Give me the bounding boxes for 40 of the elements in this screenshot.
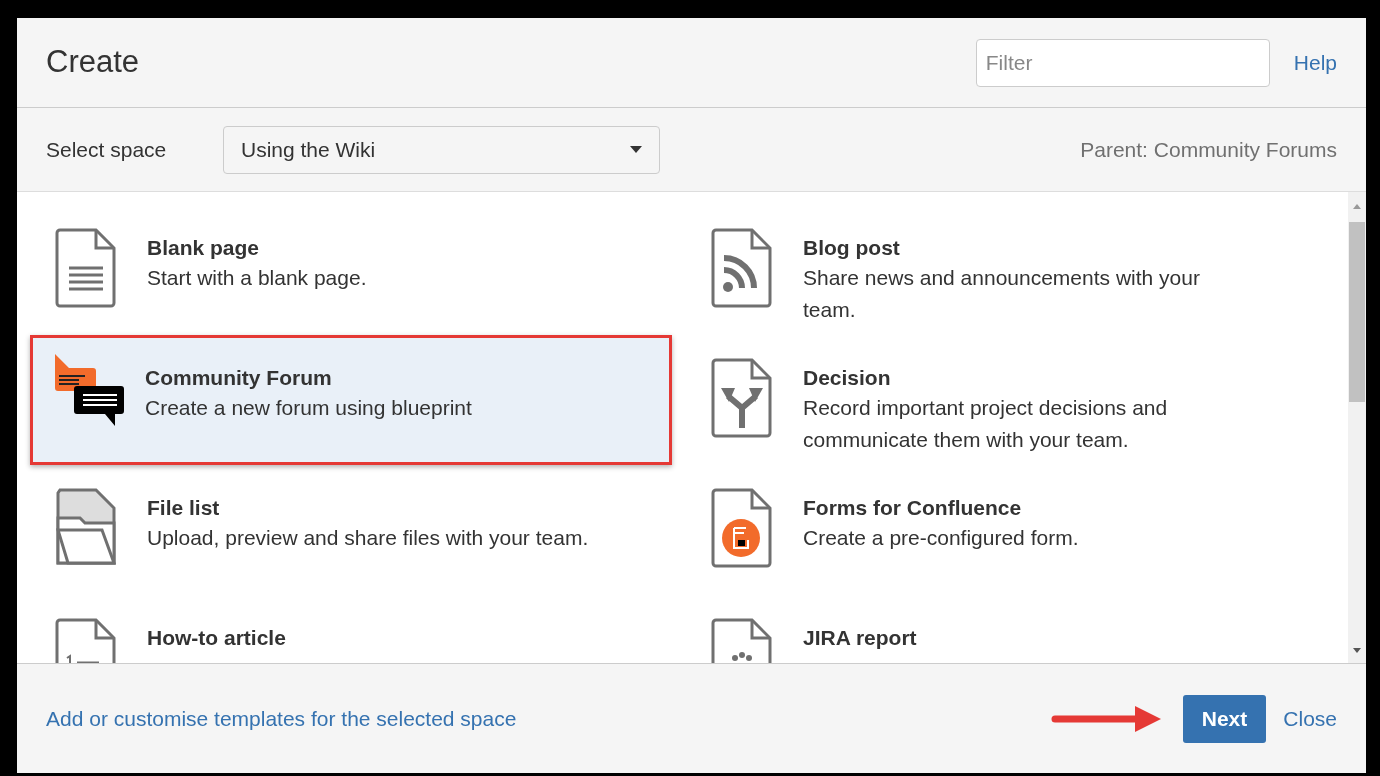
- template-description: Share news and announcements with your team.: [803, 265, 1201, 323]
- filter-field[interactable]: Filter: [975, 38, 1270, 87]
- template-description: Record important project decisions and communicate them with your team.: [803, 395, 1169, 453]
- template-item[interactable]: JIRA report: [686, 595, 1328, 663]
- template-title: Community Forum: [145, 365, 333, 391]
- dialog-title: Create: [46, 43, 141, 82]
- customise-templates-link[interactable]: Add or customise templates for the selected space: [46, 702, 1051, 735]
- template-item[interactable]: Forms for Confluence Create a pre-configured form.: [686, 465, 1328, 595]
- close-link[interactable]: Close: [1283, 702, 1337, 735]
- select-space-label: Select space: [46, 136, 168, 163]
- scroll-up-icon[interactable]: [1353, 204, 1361, 209]
- template-title: File list: [147, 495, 221, 521]
- template-item[interactable]: Decision Record important project decisions and communicate them with your team.: [686, 335, 1328, 465]
- fork-arrow-icon: [711, 358, 773, 438]
- help-link[interactable]: Help: [1293, 46, 1337, 79]
- rss-icon: [711, 228, 773, 308]
- template-description: Start with a blank page.: [147, 265, 367, 291]
- template-item[interactable]: Community Forum Create a new forum using blueprint: [30, 335, 672, 465]
- template-item[interactable]: How-to article: [30, 595, 672, 663]
- template-item[interactable]: Blog post Share news and announcements with your team.: [686, 205, 1328, 335]
- template-title: Decision: [803, 365, 892, 391]
- form-icon: [711, 488, 773, 568]
- template-description: Upload, preview and share files with your team.: [147, 525, 589, 551]
- page-icon: [55, 228, 117, 308]
- next-button[interactable]: Next: [1182, 694, 1267, 743]
- template-title: Blog post: [803, 235, 901, 261]
- template-title: JIRA report: [803, 625, 917, 651]
- space-dropdown[interactable]: Using the Wiki: [223, 125, 660, 174]
- template-title: How-to article: [147, 625, 286, 651]
- folder-icon: [55, 488, 117, 568]
- template-title: Forms for Confluence: [803, 495, 1023, 521]
- scroll-down-icon[interactable]: [1353, 648, 1361, 653]
- template-description: Create a new forum using blueprint: [145, 395, 472, 421]
- scrollbar[interactable]: [1348, 192, 1366, 663]
- parent-label: Parent: Community Forums: [1080, 136, 1337, 163]
- template-title: Blank page: [147, 235, 261, 261]
- template-description: Create a pre-configured form.: [803, 525, 1079, 551]
- template-item[interactable]: File list Upload, preview and share files with your team.: [30, 465, 672, 595]
- template-item[interactable]: Blank page Start with a blank page.: [30, 205, 672, 335]
- caret-icon: [630, 146, 642, 153]
